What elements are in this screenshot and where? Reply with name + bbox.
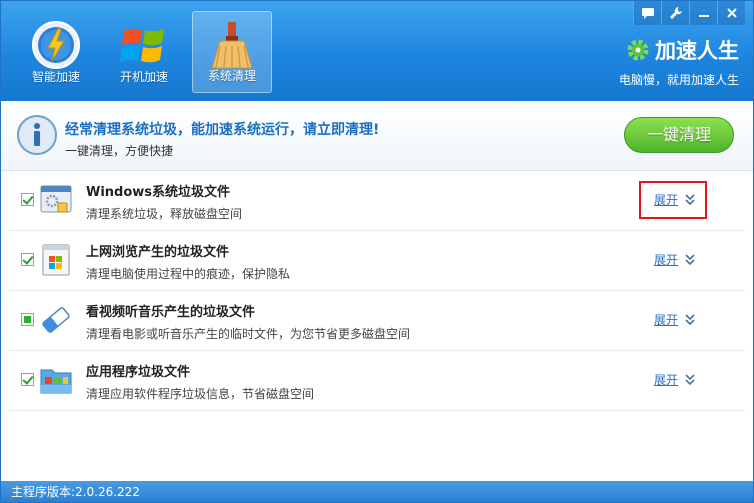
chevron-double-down-icon[interactable] [684,253,696,267]
item-description: 清理应用软件程序垃圾信息，节省磁盘空间 [86,387,315,401]
windows-logo-icon [120,28,164,63]
brand-subtitle: 电脑慢，就用加速人生 [618,73,739,87]
lightning-gauge-icon [32,21,80,69]
banner-title: 经常清理系统垃圾，能加速系统运行，请立即清理! [65,122,380,138]
folder-apps-icon [40,369,72,394]
status-bar: 主程序版本:2.0.26.222 [1,481,753,502]
item-checkbox[interactable] [21,193,34,206]
window-controls [633,1,745,25]
item-title: 看视频听音乐产生的垃圾文件 [86,305,256,320]
item-checkbox[interactable] [21,373,34,386]
banner-subtitle: 一键清理，方便快捷 [65,144,174,158]
nav-smart-accelerate[interactable]: 智能加速 [16,11,96,93]
item-description: 清理系统垃圾，释放磁盘空间 [86,207,243,221]
close-button[interactable] [717,1,745,25]
brand-block: 加速人生 电脑慢，就用加速人生 [589,35,739,88]
item-description: 清理电脑使用过程中的痕迹，保护隐私 [86,267,291,281]
settings-button[interactable] [661,1,689,25]
item-title: 上网浏览产生的垃圾文件 [86,245,230,260]
item-title: Windows系统垃圾文件 [86,185,231,200]
message-icon [641,8,654,19]
brand-title-row: 加速人生 [589,35,739,65]
chevron-double-down-icon[interactable] [684,373,696,387]
item-title: 应用程序垃圾文件 [86,365,191,380]
browser-window-icon [42,244,70,276]
broom-icon [211,22,253,69]
brand-title: 加速人生 [655,39,739,63]
expand-link[interactable]: 展开 [654,251,678,268]
close-icon [726,8,737,18]
gear-icon [627,39,649,61]
version-text: 主程序版本:2.0.26.222 [11,485,140,499]
nav-label: 开机加速 [119,70,168,84]
chevron-double-down-icon[interactable] [684,313,696,327]
app-window: 智能加速 开机加速 系统清理 加速人生 电脑慢，就用加速人生 经常清理系统垃圾，… [0,0,754,503]
wrench-icon [669,7,682,19]
system-window-icon [40,185,72,213]
info-icon [17,115,57,155]
expand-link[interactable]: 展开 [654,371,678,388]
nav-boot-accelerate[interactable]: 开机加速 [104,11,184,93]
item-description: 清理看电影或听音乐产生的临时文件，为您节省更多磁盘空间 [86,327,411,341]
item-checkbox[interactable] [21,313,34,326]
expand-link[interactable]: 展开 [654,311,678,328]
header-bar: 智能加速 开机加速 系统清理 加速人生 电脑慢，就用加速人生 [1,1,753,101]
minimize-button[interactable] [689,1,717,25]
highlight-box [639,181,707,219]
nav-label: 智能加速 [31,70,80,84]
nav-system-clean[interactable]: 系统清理 [192,11,272,93]
list-item: Windows系统垃圾文件 清理系统垃圾，释放磁盘空间 展开 [9,171,745,231]
minimize-icon [698,15,709,17]
list-item: 应用程序垃圾文件 清理应用软件程序垃圾信息，节省磁盘空间 展开 [9,351,745,411]
item-checkbox[interactable] [21,253,34,266]
feedback-button[interactable] [633,1,661,25]
list-item: 看视频听音乐产生的垃圾文件 清理看电影或听音乐产生的临时文件，为您节省更多磁盘空… [9,291,745,351]
nav-label: 系统清理 [207,69,256,83]
clean-item-list: Windows系统垃圾文件 清理系统垃圾，释放磁盘空间 展开 上网浏览产生的垃圾… [1,171,753,411]
eraser-icon [42,307,70,333]
one-click-clean-button[interactable]: 一键清理 [624,117,734,153]
list-item: 上网浏览产生的垃圾文件 清理电脑使用过程中的痕迹，保护隐私 展开 [9,231,745,291]
